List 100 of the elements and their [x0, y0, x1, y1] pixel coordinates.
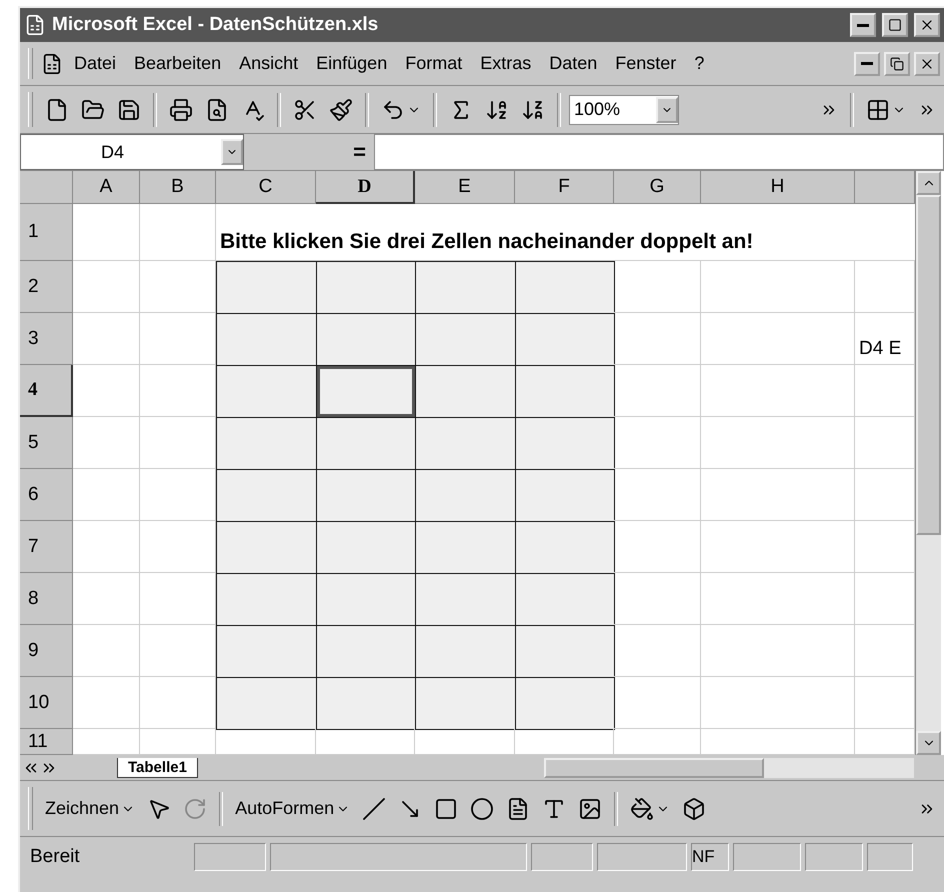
menu-item[interactable]: Extras [473, 51, 538, 76]
document-icon [41, 52, 63, 74]
table-cell[interactable] [515, 365, 615, 418]
menu-item[interactable]: Datei [67, 51, 124, 76]
vertical-scrollbar[interactable] [915, 171, 941, 755]
table-cell[interactable] [316, 313, 416, 366]
menu-item[interactable]: ? [687, 51, 712, 76]
table-cell[interactable] [216, 417, 317, 470]
table-cell[interactable] [216, 573, 317, 626]
table-cell[interactable] [515, 469, 615, 522]
table-cell[interactable] [216, 521, 317, 574]
row-header[interactable]: 8 [20, 573, 73, 625]
row-header[interactable]: 5 [20, 417, 73, 469]
status-pane [531, 843, 593, 871]
minimize-button[interactable] [854, 52, 880, 76]
row-header[interactable]: 7 [20, 521, 73, 573]
menu-item[interactable]: Format [398, 51, 470, 76]
table-cell[interactable] [415, 313, 516, 366]
app-icon [24, 14, 46, 36]
table-cell[interactable] [415, 261, 516, 314]
column-header[interactable]: F [515, 171, 614, 204]
status-indicator: NF [691, 843, 729, 871]
column-header[interactable]: E [415, 171, 515, 204]
menu-item[interactable]: Ansicht [232, 51, 306, 76]
save-icon [117, 98, 141, 122]
clipart-icon [578, 796, 602, 820]
table-cell[interactable] [515, 261, 615, 314]
table-cell[interactable] [316, 417, 416, 470]
autoshapes-button[interactable]: AutoFormen [231, 794, 354, 823]
table-cell[interactable] [515, 521, 615, 574]
table-cell[interactable] [415, 521, 516, 574]
table-cell[interactable] [415, 677, 516, 730]
table-cell[interactable] [216, 365, 317, 418]
draw-menu-button[interactable]: Zeichnen [41, 794, 140, 823]
row-header[interactable]: 6 [20, 469, 73, 521]
window-title: Microsoft Excel - DatenSchützen.xls [52, 14, 380, 36]
paint-bucket-icon [630, 796, 654, 820]
table-cell[interactable] [216, 261, 317, 314]
row-header[interactable]: 2 [20, 261, 73, 313]
minimize-icon [857, 24, 869, 26]
row-header[interactable]: 11 [20, 729, 73, 755]
column-header[interactable]: D [316, 171, 415, 204]
table-cell[interactable] [415, 625, 516, 678]
column-header[interactable]: B [140, 171, 216, 204]
active-cell[interactable] [316, 365, 416, 418]
table-cell[interactable] [216, 677, 317, 730]
name-box[interactable]: D4 [20, 134, 244, 170]
table-cell[interactable] [415, 573, 516, 626]
close-button[interactable] [914, 52, 940, 76]
sheet-tab[interactable]: Tabelle1 [117, 758, 198, 778]
rectangle-icon [434, 796, 458, 820]
row-header[interactable]: 4 [20, 365, 73, 417]
table-cell[interactable] [316, 521, 416, 574]
menu-item[interactable]: Fenster [608, 51, 684, 76]
restore-button[interactable] [884, 52, 910, 76]
table-cell[interactable] [216, 313, 317, 366]
table-cell[interactable] [216, 469, 317, 522]
oval-icon [470, 796, 494, 820]
table-cell[interactable] [515, 313, 615, 366]
table-cell[interactable] [316, 261, 416, 314]
table-cell[interactable] [316, 625, 416, 678]
table-cell[interactable] [415, 365, 516, 418]
table-cell[interactable] [316, 677, 416, 730]
formula-label: = [352, 139, 367, 165]
column-header[interactable]: H [701, 171, 855, 204]
table-cell[interactable] [415, 469, 516, 522]
row-header[interactable]: 3 [20, 313, 73, 365]
menu-item[interactable]: Einfügen [309, 51, 394, 76]
column-header[interactable]: C [216, 171, 316, 204]
menu-item[interactable]: Bearbeiten [127, 51, 228, 76]
paintbrush-icon [329, 98, 353, 122]
horizontal-scrollbar[interactable] [544, 758, 914, 778]
maximize-button[interactable] [882, 13, 908, 37]
status-pane [867, 843, 913, 871]
zoom-field[interactable]: 100% [569, 94, 679, 124]
folder-icon [81, 98, 105, 122]
row-header[interactable]: 9 [20, 625, 73, 677]
new-file-icon [45, 98, 69, 122]
row-header[interactable]: 1 [20, 204, 73, 261]
scissors-icon [293, 98, 317, 122]
formula-field[interactable] [374, 134, 944, 170]
status-text: Bereit [29, 846, 81, 868]
close-button[interactable] [914, 13, 940, 37]
table-cell[interactable] [515, 677, 615, 730]
column-header[interactable]: G [614, 171, 701, 204]
print-preview-icon [205, 98, 229, 122]
table-cell[interactable] [415, 417, 516, 470]
borders-icon [866, 98, 890, 122]
table-cell[interactable] [316, 469, 416, 522]
column-header[interactable]: A [73, 171, 140, 204]
minimize-button[interactable] [850, 13, 876, 37]
table-cell[interactable] [515, 573, 615, 626]
table-cell[interactable] [316, 573, 416, 626]
table-cell[interactable] [515, 417, 615, 470]
status-pane [805, 843, 863, 871]
printer-icon [169, 98, 193, 122]
table-cell[interactable] [515, 625, 615, 678]
table-cell[interactable] [216, 625, 317, 678]
row-header[interactable]: 10 [20, 677, 73, 729]
menu-item[interactable]: Daten [542, 51, 604, 76]
